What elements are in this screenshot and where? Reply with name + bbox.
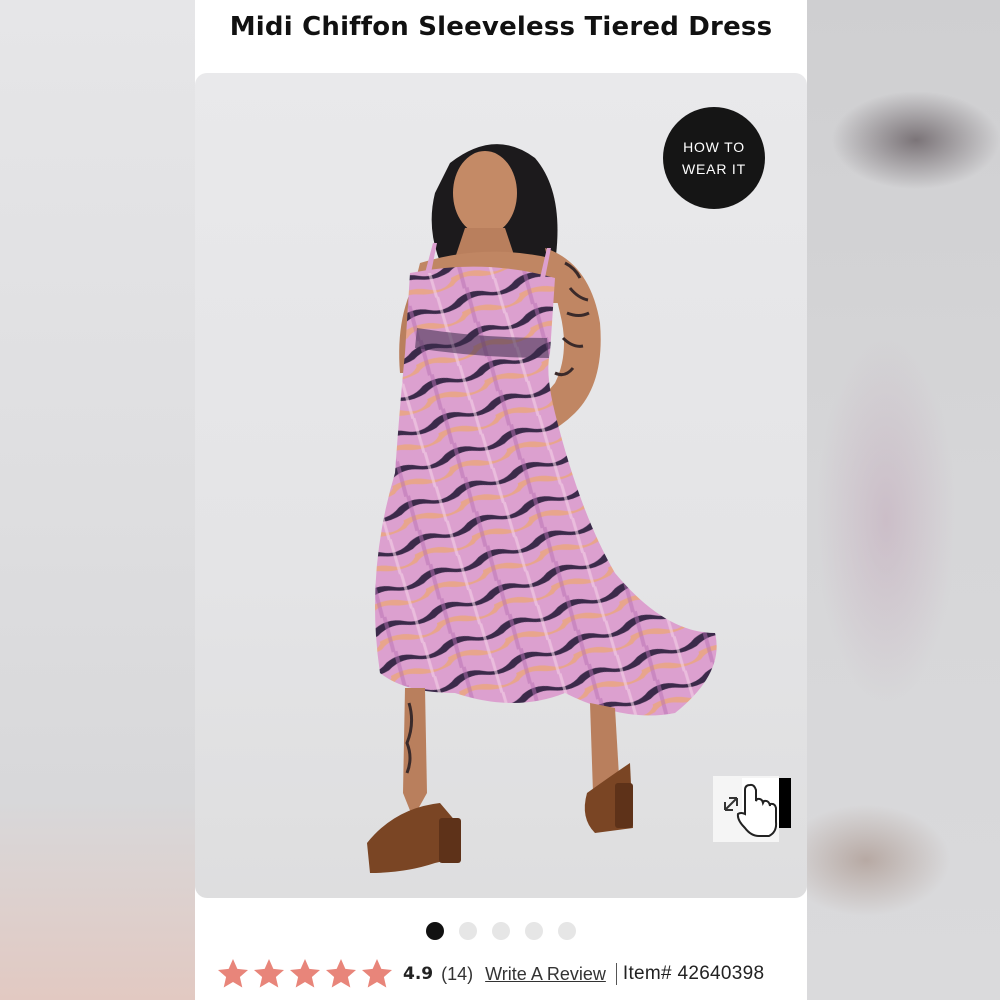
rating-row: 4.9 (14) Write A Review Item# 42640398 [215,954,764,994]
rating-value: 4.9 [403,964,434,984]
carousel-dots [195,922,807,940]
product-card: Midi Chiffon Sleeveless Tiered Dress HOW… [195,0,807,1000]
star-icon [218,959,248,988]
star-icon [254,959,284,988]
carousel-dot-4[interactable] [525,922,543,940]
how-to-wear-it-button[interactable]: HOW TO WEAR IT [663,107,765,209]
carousel-dot-1[interactable] [426,922,444,940]
how-to-wear-line2: WEAR IT [682,161,746,177]
carousel-dot-3[interactable] [492,922,510,940]
page: Midi Chiffon Sleeveless Tiered Dress HOW… [0,0,1000,1000]
carousel-dot-5[interactable] [558,922,576,940]
write-review-link[interactable]: Write A Review [485,964,606,985]
review-count[interactable]: (14) [441,964,473,985]
zoom-control[interactable] [713,776,792,842]
star-icon [326,959,356,988]
how-to-wear-line1: HOW TO [683,139,745,155]
product-title: Midi Chiffon Sleeveless Tiered Dress [229,12,773,42]
blurred-background-right [806,0,1000,1000]
star-icon [290,959,320,988]
item-number: Item# 42640398 [622,963,765,984]
divider [615,963,617,985]
carousel-dot-2[interactable] [459,922,477,940]
star-icon [362,959,392,988]
product-image-frame[interactable]: HOW TO WEAR IT [195,73,807,898]
blurred-background-left [0,0,196,1000]
star-rating [215,956,395,992]
